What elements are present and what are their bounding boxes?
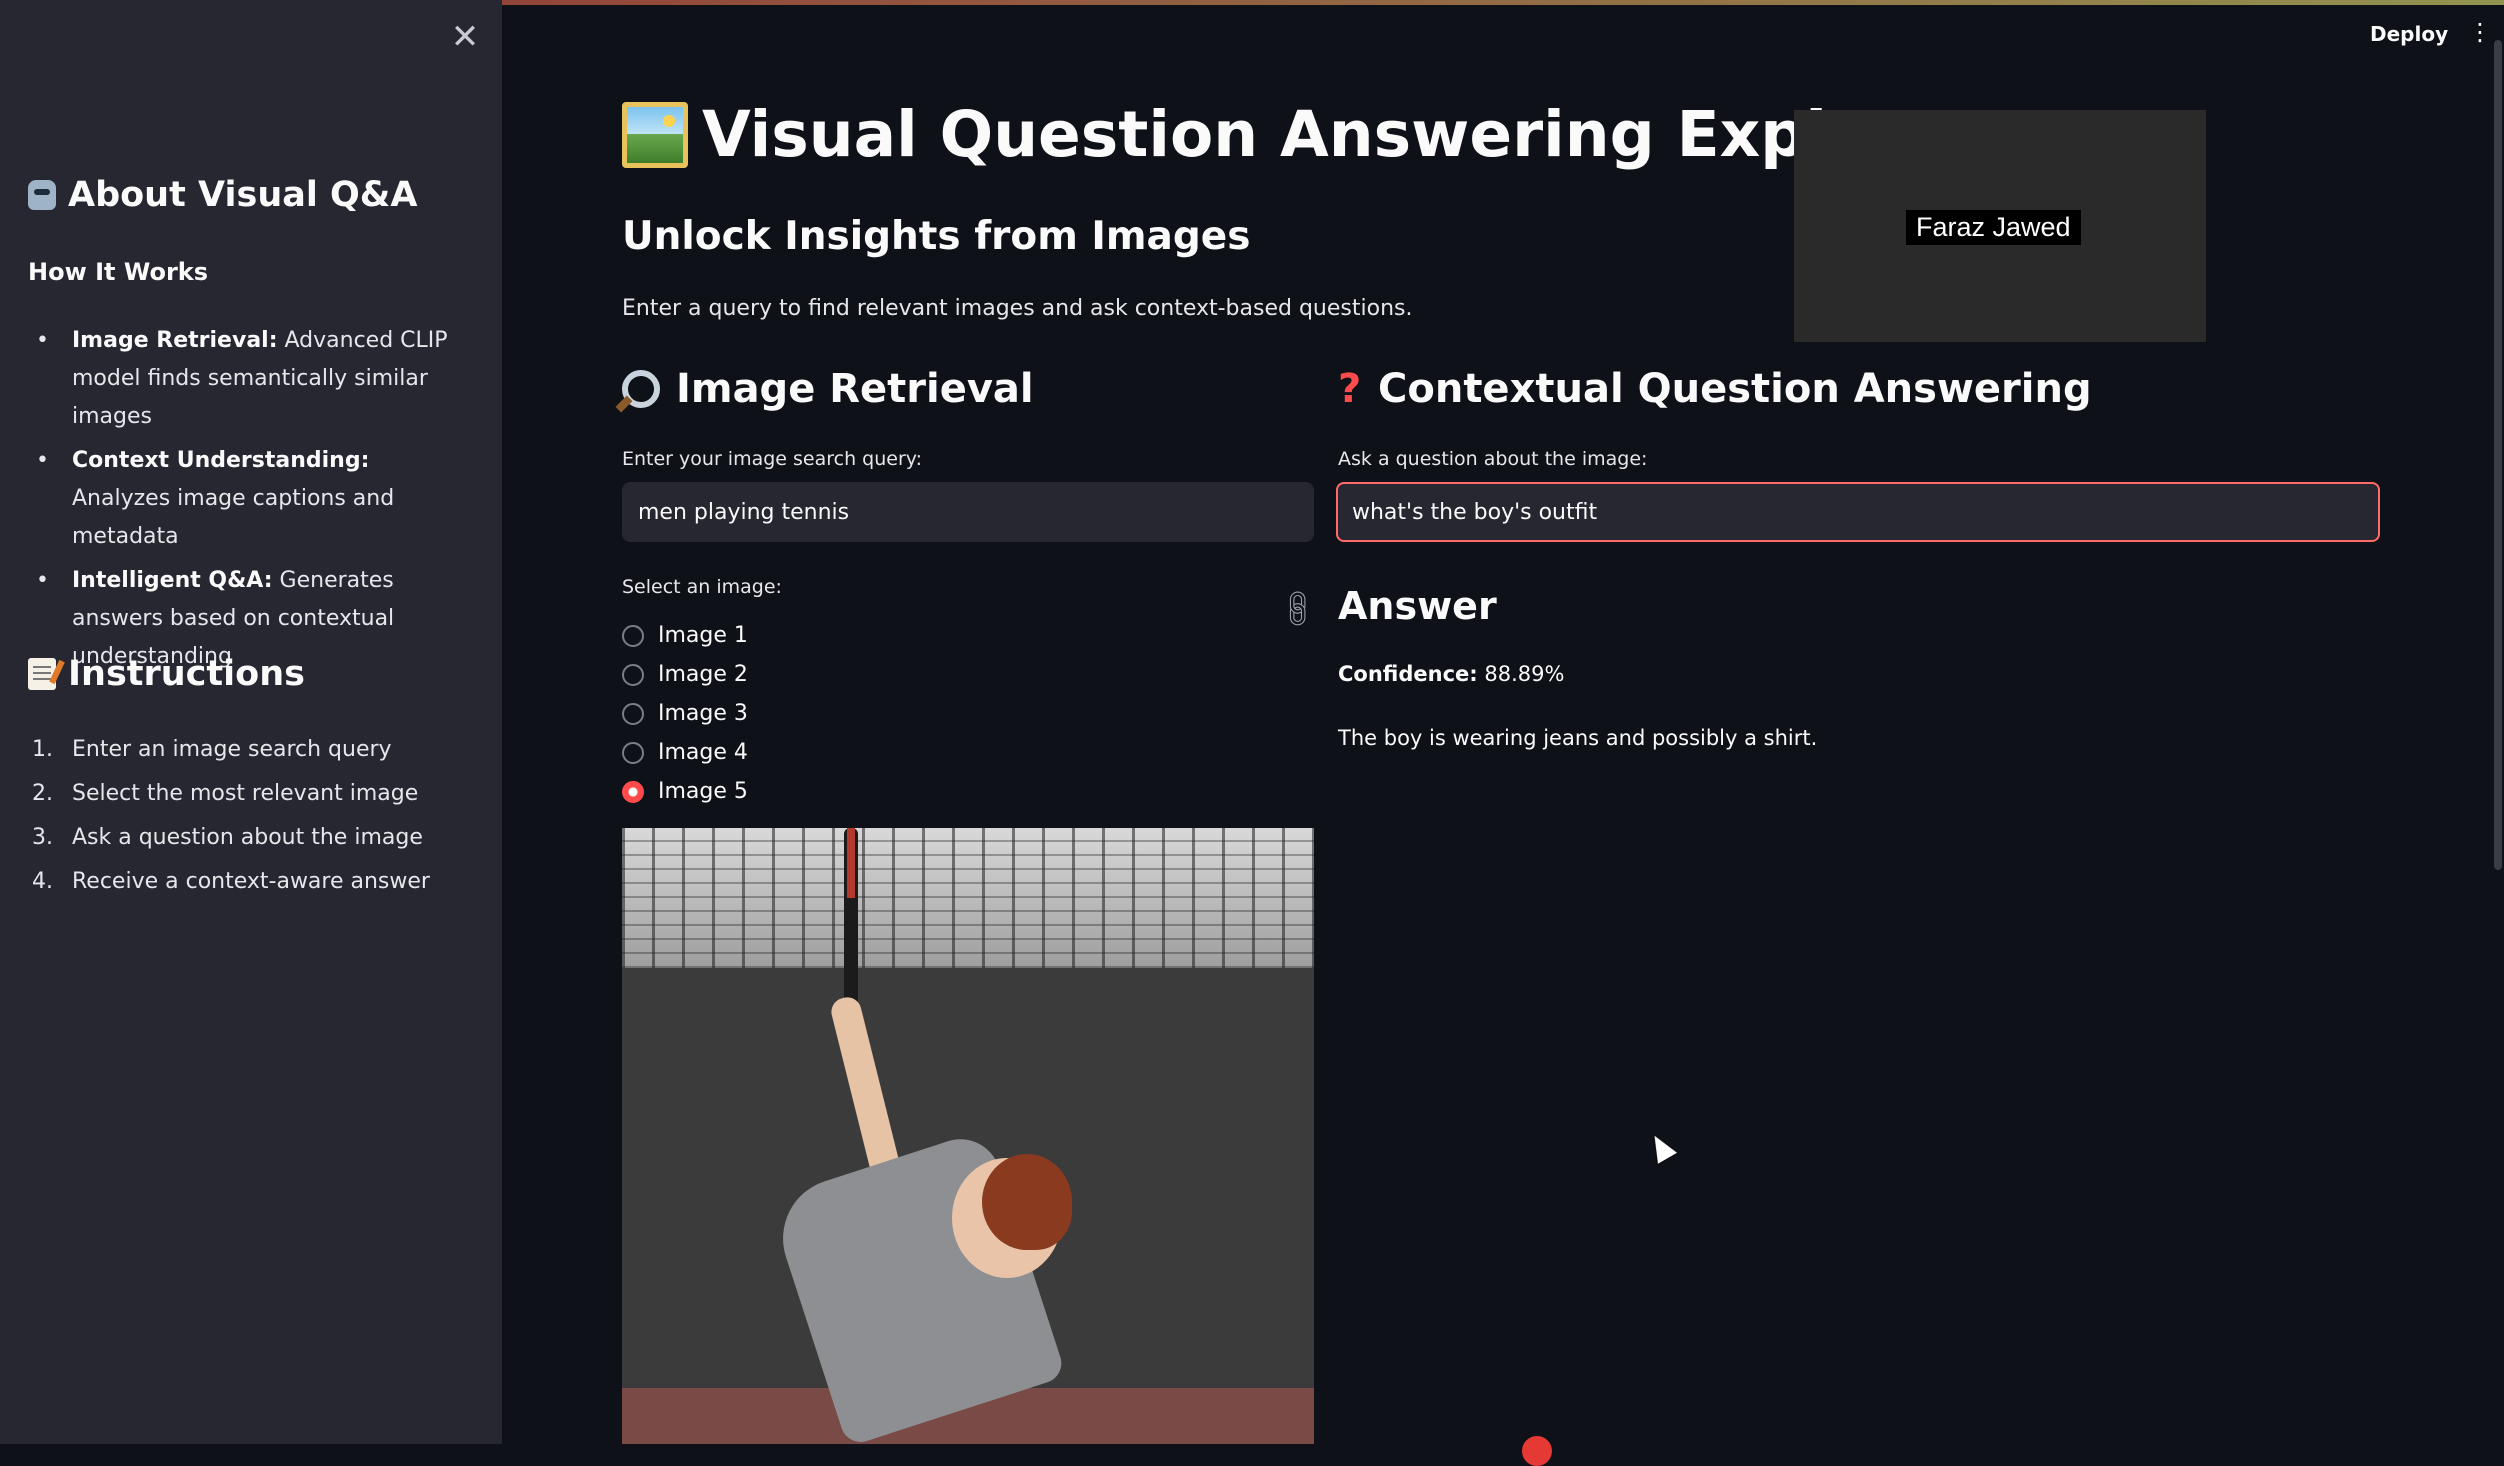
feature-text: Analyzes image captions and metadata <box>72 486 395 549</box>
step-number: 4. <box>32 869 53 894</box>
presenter-name-label: Faraz Jawed <box>1906 210 2081 245</box>
sidebar: ✕ About Visual Q&A How It Works Image Re… <box>0 0 502 1444</box>
list-item: 2. Select the most relevant image <box>28 772 448 816</box>
page-subtitle: Unlock Insights from Images <box>622 214 1251 259</box>
feature-name: Image Retrieval: <box>72 328 278 353</box>
select-image-label: Select an image: <box>622 576 782 598</box>
page-title-text: Visual Question Answering Explorer <box>702 98 1976 171</box>
step-text: Ask a question about the image <box>72 825 423 850</box>
step-number: 2. <box>32 781 53 806</box>
image-retrieval-heading: Image Retrieval <box>622 366 1034 412</box>
question-mark-icon: ? <box>1338 366 1362 412</box>
step-text: Enter an image search query <box>72 737 392 762</box>
page-description: Enter a query to find relevant images an… <box>622 296 1413 321</box>
step-number: 1. <box>32 737 53 762</box>
retrieved-image <box>622 828 1314 1444</box>
robot-icon <box>28 180 56 210</box>
radio-option-image-3[interactable]: Image 3 <box>622 694 748 733</box>
link-icon[interactable]: 🔗︎ <box>1274 584 1322 632</box>
how-it-works-heading: How It Works <box>28 258 209 286</box>
radio-option-image-1[interactable]: Image 1 <box>622 616 748 655</box>
feature-name: Intelligent Q&A: <box>72 568 273 593</box>
sidebar-about-title: About Visual Q&A <box>68 175 418 215</box>
sidebar-instructions-heading: Instructions <box>28 654 305 694</box>
record-indicator <box>1522 1436 1552 1466</box>
radio-label: Image 1 <box>658 623 748 648</box>
photo-hair <box>982 1154 1072 1250</box>
instruction-steps: 1. Enter an image search query 2. Select t… <box>28 728 448 904</box>
sidebar-about-heading: About Visual Q&A <box>28 175 417 215</box>
framed-picture-icon <box>622 101 688 168</box>
radio-button[interactable] <box>622 702 644 725</box>
list-item: 1. Enter an image search query <box>28 728 448 772</box>
confidence-value: 88.89% <box>1484 662 1565 686</box>
step-text: Receive a context-aware answer <box>72 869 430 894</box>
mouse-cursor-icon <box>1644 1130 1678 1164</box>
radio-button[interactable] <box>622 741 644 764</box>
radio-label: Image 2 <box>658 662 748 687</box>
search-input[interactable] <box>622 482 1314 542</box>
scrollbar[interactable] <box>2494 40 2502 870</box>
deploy-button[interactable]: Deploy <box>2370 22 2448 46</box>
search-query-label: Enter your image search query: <box>622 448 923 470</box>
radio-button-selected[interactable] <box>622 780 644 803</box>
list-item: 3. Ask a question about the image <box>28 816 448 860</box>
answer-heading: Answer <box>1338 584 1497 628</box>
question-input[interactable] <box>1336 482 2380 542</box>
radio-option-image-5[interactable]: Image 5 <box>622 772 748 811</box>
feature-list: Image Retrieval: Advanced CLIP model fin… <box>28 322 448 682</box>
sidebar-instructions-title: Instructions <box>68 654 305 694</box>
memo-icon <box>28 658 56 690</box>
photo-racket <box>844 828 858 1008</box>
feature-name: Context Understanding: <box>72 448 370 473</box>
qa-heading: ? Contextual Question Answering <box>1338 366 2092 412</box>
radio-label: Image 3 <box>658 701 748 726</box>
magnifying-glass-icon <box>622 370 660 408</box>
confidence-line: Confidence: 88.89% <box>1338 662 1564 686</box>
radio-label: Image 5 <box>658 779 748 804</box>
step-text: Select the most relevant image <box>72 781 419 806</box>
answer-text: The boy is wearing jeans and possibly a … <box>1338 726 1818 750</box>
radio-button[interactable] <box>622 663 644 686</box>
page-title: Visual Question Answering Explorer <box>622 98 1975 171</box>
kebab-menu-icon[interactable]: ⋮ <box>2468 20 2492 44</box>
radio-option-image-2[interactable]: Image 2 <box>622 655 748 694</box>
question-label: Ask a question about the image: <box>1338 448 1648 470</box>
radio-label: Image 4 <box>658 740 748 765</box>
photo-fence <box>622 828 1314 968</box>
confidence-label: Confidence: <box>1338 662 1478 686</box>
close-icon[interactable]: ✕ <box>448 20 482 54</box>
radio-option-image-4[interactable]: Image 4 <box>622 733 748 772</box>
qa-title: Contextual Question Answering <box>1378 366 2092 412</box>
radio-button[interactable] <box>622 624 644 647</box>
list-item: Context Understanding: Analyzes image ca… <box>28 442 448 556</box>
list-item: Image Retrieval: Advanced CLIP model fin… <box>28 322 448 436</box>
list-item: 4. Receive a context-aware answer <box>28 860 448 904</box>
image-retrieval-title: Image Retrieval <box>676 366 1034 412</box>
step-number: 3. <box>32 825 53 850</box>
image-radio-group: Image 1 Image 2 Image 3 Image 4 Image 5 <box>622 616 748 811</box>
